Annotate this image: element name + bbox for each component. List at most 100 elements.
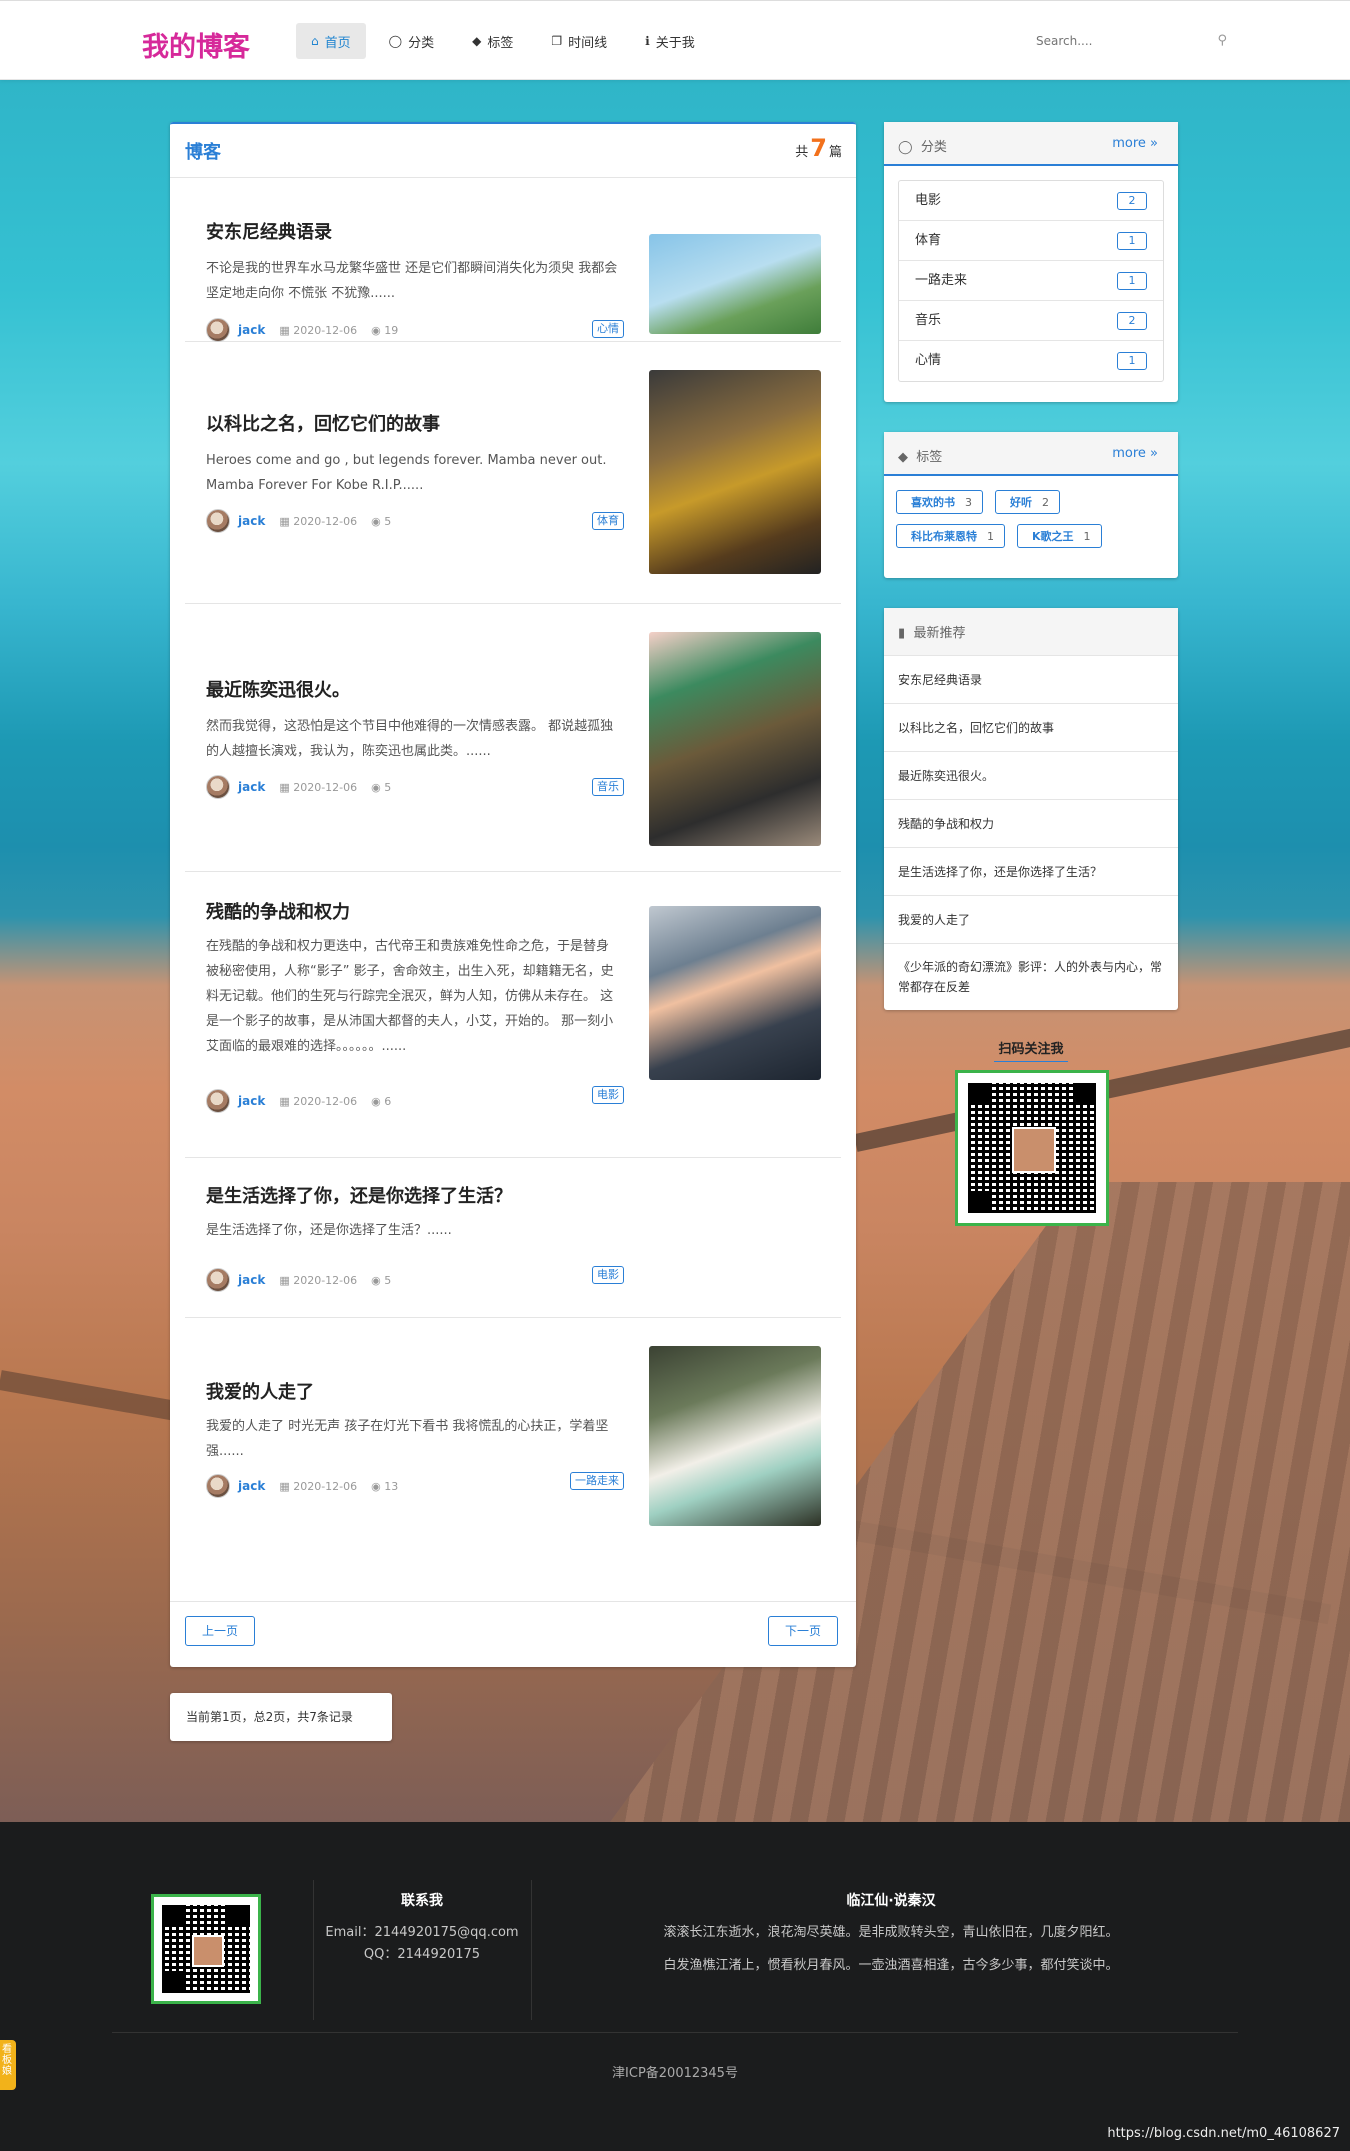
post-author[interactable]: jack (238, 1273, 265, 1287)
calendar-icon: ▦ (279, 1094, 294, 1108)
post-views: 13 (384, 1479, 399, 1493)
post-item: 以科比之名，回忆它们的故事 Heroes come and go , but l… (185, 342, 841, 604)
post-excerpt: 是生活选择了你，还是你选择了生活？...... (206, 1223, 452, 1238)
info-icon: ℹ (645, 34, 650, 48)
qr-pattern (162, 1905, 250, 1993)
blog-list-title: 博客 (185, 142, 221, 163)
post-tag-badge[interactable]: 心情 (592, 320, 624, 338)
post-excerpt: 在残酷的争战和权力更迭中，古代帝王和贵族难免性命之危，于是替身被秘密使用，人称“… (206, 939, 614, 1054)
post-item: 最近陈奕迅很火。 然而我觉得，这恐怕是这个节目中他难得的一次情感表露。 都说越孤… (185, 604, 841, 872)
category-name: 一路走来 (915, 273, 968, 288)
tag-panel: ◆ 标签 more » 喜欢的书 3 好听 2 科比布莱恩特 1 K歌之王 1 (884, 432, 1178, 578)
eye-icon: ◉ (371, 1479, 385, 1493)
category-item[interactable]: 音乐 2 (899, 301, 1163, 341)
recommend-item[interactable]: 以科比之名，回忆它们的故事 (884, 704, 1178, 752)
category-item[interactable]: 心情 1 (899, 341, 1163, 381)
blog-list-card: 博客 共7 篇 安东尼经典语录 不论是我的世界车水马龙繁华盛世 还是它们都瞬间消失… (170, 122, 856, 1667)
recommend-item[interactable]: 我爱的人走了 (884, 896, 1178, 944)
tag-item[interactable]: K歌之王 1 (1017, 524, 1102, 548)
search-icon[interactable]: ⚲ (1217, 33, 1227, 48)
url-watermark: https://blog.csdn.net/m0_46108627 (1107, 2126, 1340, 2141)
nav-home-label: 首页 (324, 35, 351, 51)
post-author[interactable]: jack (238, 1479, 265, 1493)
category-name: 体育 (915, 233, 942, 248)
recommend-panel-title: 最新推荐 (913, 626, 966, 641)
side-widget-tab[interactable]: 看板娘 (0, 2040, 16, 2090)
tag-name: K歌之王 (1032, 530, 1074, 543)
category-more-link[interactable]: more » (1112, 136, 1158, 151)
category-panel: ◯ 分类 more » 电影 2 体育 1 一路走来 1 音乐 2 心情 1 (884, 122, 1178, 402)
post-thumbnail[interactable] (649, 1346, 821, 1526)
nav-timeline[interactable]: ❐ 时间线 (536, 23, 622, 59)
tag-more-link[interactable]: more » (1112, 446, 1158, 461)
post-title[interactable]: 安东尼经典语录 (206, 218, 332, 244)
eye-icon: ◉ (371, 323, 385, 337)
post-tag-badge[interactable]: 体育 (592, 512, 624, 530)
post-count-number: 7 (810, 134, 827, 162)
post-title[interactable]: 以科比之名，回忆它们的故事 (206, 410, 440, 436)
nav-home[interactable]: ⌂ 首页 (296, 23, 366, 59)
contact-qq: QQ：2144920175 (363, 1947, 481, 1962)
footer-qr-code (151, 1894, 261, 2004)
tag-count: 3 (965, 495, 972, 509)
nav-about[interactable]: ℹ 关于我 (630, 23, 710, 59)
recommend-item[interactable]: 安东尼经典语录 (884, 656, 1178, 704)
post-meta: jack ▦ 2020-12-06 ◉ 19 (206, 318, 398, 342)
next-page-button[interactable]: 下一页 (767, 1616, 838, 1646)
post-title[interactable]: 最近陈奕迅很火。 (206, 676, 350, 702)
recommend-item[interactable]: 最近陈奕迅很火。 (884, 752, 1178, 800)
icp-record[interactable]: 津ICP备20012345号 (0, 2062, 1350, 2081)
post-meta: jack ▦ 2020-12-06 ◉ 5 (206, 1268, 391, 1292)
search-box: ⚲ (1036, 27, 1231, 57)
site-brand[interactable]: 我的博客 (142, 25, 250, 64)
poem-line: 滚滚长江东逝水，浪花淘尽英雄。是非成败转头空，青山依旧在，几度夕阳红。 (663, 1925, 1119, 1940)
nav-category[interactable]: ◯ 分类 (374, 23, 449, 59)
post-author[interactable]: jack (238, 780, 265, 794)
post-thumbnail[interactable] (649, 632, 821, 846)
category-item[interactable]: 体育 1 (899, 221, 1163, 261)
tag-item[interactable]: 喜欢的书 3 (896, 490, 983, 514)
nav-tags-label: 标签 (487, 35, 514, 51)
post-author[interactable]: jack (238, 1094, 265, 1108)
category-name: 电影 (915, 193, 942, 208)
eye-icon: ◉ (371, 1273, 385, 1287)
footer-rule (112, 2032, 1238, 2033)
recommend-item[interactable]: 是生活选择了你，还是你选择了生活？ (884, 848, 1178, 896)
clone-icon: ❐ (551, 34, 563, 48)
nav-category-label: 分类 (408, 35, 435, 51)
search-input[interactable] (1036, 27, 1206, 55)
post-date: 2020-12-06 (293, 1479, 358, 1493)
avatar (206, 509, 230, 533)
post-thumbnail[interactable] (649, 906, 821, 1080)
post-tag-badge[interactable]: 音乐 (592, 778, 624, 796)
post-thumbnail[interactable] (649, 234, 821, 334)
post-author[interactable]: jack (238, 323, 265, 337)
post-views: 5 (384, 514, 392, 528)
post-tag-badge[interactable]: 电影 (592, 1266, 624, 1284)
post-meta: jack ▦ 2020-12-06 ◉ 6 (206, 1089, 391, 1113)
category-item[interactable]: 电影 2 (899, 181, 1163, 221)
nav-tags[interactable]: ◆ 标签 (457, 23, 528, 59)
post-tag-badge[interactable]: 一路走来 (570, 1472, 624, 1490)
category-item[interactable]: 一路走来 1 (899, 261, 1163, 301)
tag-panel-title: 标签 (916, 450, 943, 465)
tag-item[interactable]: 好听 2 (995, 490, 1060, 514)
post-thumbnail[interactable] (649, 370, 821, 574)
lightbulb-icon: ◯ (388, 34, 403, 48)
eye-icon: ◉ (371, 1094, 385, 1108)
recommend-item[interactable]: 残酷的争战和权力 (884, 800, 1178, 848)
post-excerpt: 我爱的人走了 时光无声 孩子在灯光下看书 我将慌乱的心扶正，学着坚强...... (206, 1419, 609, 1459)
tag-item[interactable]: 科比布莱恩特 1 (896, 524, 1005, 548)
tag-count: 2 (1042, 495, 1049, 509)
post-title[interactable]: 残酷的争战和权力 (206, 898, 350, 924)
post-excerpt: 不论是我的世界车水马龙繁华盛世 还是它们都瞬间消失化为须臾 我都会坚定地走向你 … (206, 261, 618, 301)
post-item: 安东尼经典语录 不论是我的世界车水马龙繁华盛世 还是它们都瞬间消失化为须臾 我都… (185, 178, 841, 342)
post-tag-badge[interactable]: 电影 (592, 1086, 624, 1104)
post-title[interactable]: 我爱的人走了 (206, 1378, 314, 1404)
post-author[interactable]: jack (238, 514, 265, 528)
post-title[interactable]: 是生活选择了你，还是你选择了生活？ (206, 1182, 512, 1208)
qr-title-text: 扫码关注我 (994, 1042, 1068, 1062)
recommend-item[interactable]: 《少年派的奇幻漂流》影评：人的外表与内心，常常都存在反差 (884, 944, 1178, 1010)
post-date: 2020-12-06 (293, 1273, 358, 1287)
prev-page-button[interactable]: 上一页 (185, 1616, 256, 1646)
